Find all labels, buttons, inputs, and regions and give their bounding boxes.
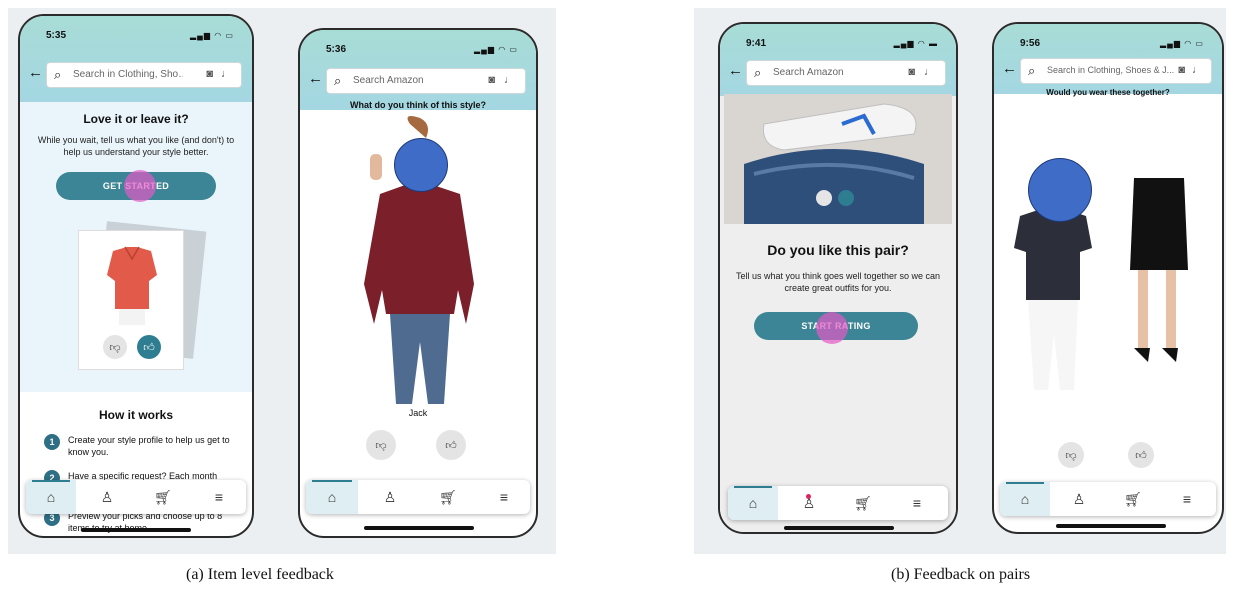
cart-icon[interactable]: 🛒︎ — [422, 480, 474, 514]
home-indicator[interactable] — [81, 528, 191, 532]
profile-icon[interactable]: ♙ — [82, 480, 132, 514]
profile-icon[interactable]: ♙ — [784, 486, 834, 520]
camera-icon[interactable]: ◙ — [1178, 64, 1185, 76]
thumbs-down-icon[interactable]: 👎︎ — [103, 335, 127, 359]
phone-wear-together: 9:56 ▂▄▆ ◠ ▭ ← ⌕ Search in Clothing, Sho… — [992, 22, 1224, 534]
mic-icon[interactable]: ♩ — [1192, 64, 1203, 76]
page-title: Love it or leave it? — [83, 112, 189, 126]
page-title: Do you like this pair? — [767, 242, 909, 258]
thumbs-up-icon[interactable]: 👍︎ — [1128, 442, 1154, 468]
bottom-nav: ⌂ ♙ 🛒︎ ≡ — [306, 480, 530, 514]
cart-icon[interactable]: 🛒︎ — [1108, 482, 1158, 516]
status-time: 5:36 — [326, 44, 347, 55]
menu-icon[interactable]: ≡ — [194, 480, 244, 514]
cart-icon[interactable]: 🛒︎ — [838, 486, 888, 520]
search-row: ← ⌕ Search Amazon ◙ ♩ — [300, 66, 536, 96]
thumbs-up-icon[interactable]: 👍︎ — [137, 335, 161, 359]
search-placeholder: Search in Clothing, Sho… — [73, 69, 183, 80]
camera-icon[interactable]: ◙ — [908, 66, 915, 78]
search-input[interactable]: ⌕ Search in Clothing, Shoes & J... ◙ ♩ — [1020, 58, 1212, 84]
home-icon[interactable]: ⌂ — [1000, 482, 1050, 516]
brand-name: Jack — [408, 408, 428, 418]
search-row: ← ⌕ Search in Clothing, Sho… ◙ ♩ — [20, 60, 252, 90]
thumbs-down-icon[interactable]: 👎︎ — [1058, 442, 1084, 468]
face-blur-circle — [1028, 158, 1092, 222]
style-question: What do you think of this style? — [350, 100, 486, 110]
status-time: 5:35 — [46, 30, 67, 41]
caption-a: (a) Item level feedback — [186, 566, 334, 583]
search-row: ← ⌕ Search in Clothing, Shoes & J... ◙ ♩ — [994, 56, 1222, 86]
thumbs-down-icon[interactable]: 👎︎ — [366, 430, 396, 460]
search-icon: ⌕ — [54, 67, 62, 82]
back-arrow-icon[interactable]: ← — [1002, 60, 1017, 77]
search-placeholder: Search Amazon — [773, 67, 844, 78]
thumbs-up-icon[interactable]: 👍︎ — [436, 430, 466, 460]
search-placeholder: Search Amazon — [353, 75, 424, 86]
search-placeholder: Search in Clothing, Shoes & J... — [1047, 65, 1175, 75]
search-icon: ⌕ — [754, 65, 762, 80]
camera-icon[interactable]: ◙ — [206, 68, 213, 80]
menu-icon[interactable]: ≡ — [478, 480, 530, 514]
back-arrow-icon[interactable]: ← — [28, 64, 43, 81]
home-icon[interactable]: ⌂ — [306, 480, 358, 514]
bottom-nav: ⌂ ♙ 🛒︎ ≡ — [1000, 482, 1216, 516]
mic-icon[interactable]: ♩ — [504, 74, 515, 86]
search-icon: ⌕ — [1028, 63, 1036, 78]
status-icons: ▂▄▆ ◠ ▭ — [1160, 39, 1204, 48]
search-input[interactable]: ⌕ Search Amazon ◙ ♩ — [746, 60, 946, 86]
home-indicator[interactable] — [364, 526, 474, 530]
mic-icon[interactable]: ♩ — [221, 68, 232, 80]
face-blur-circle — [394, 138, 448, 192]
tap-indicator — [816, 312, 848, 344]
panel-pair-feedback: 9:41 ▂▄▆ ◠ ▬ ← ⌕ Search Amazon ◙ ♩ Do yo… — [694, 8, 1226, 554]
step-number: 1 — [44, 434, 60, 450]
status-icons: ▂▄▆ ◠ ▭ — [190, 31, 234, 40]
search-input[interactable]: ⌕ Search Amazon ◙ ♩ — [326, 68, 526, 94]
intro-text: While you wait, tell us what you like (a… — [37, 135, 235, 157]
back-arrow-icon[interactable]: ← — [308, 70, 323, 87]
bottom-nav: ⌂ ♙ 🛒︎ ≡ — [728, 486, 948, 520]
phone-do-you-like-this-pair: 9:41 ▂▄▆ ◠ ▬ ← ⌕ Search Amazon ◙ ♩ Do yo… — [718, 22, 958, 534]
search-row: ← ⌕ Search Amazon ◙ ♩ — [720, 58, 956, 88]
status-time: 9:56 — [1020, 38, 1041, 49]
status-bar: 5:36 ▂▄▆ ◠ ▭ — [300, 30, 536, 68]
pair-question: Would you wear these together? — [1046, 88, 1170, 97]
status-icons: ▂▄▆ ◠ ▬ — [893, 39, 938, 48]
home-icon[interactable]: ⌂ — [728, 486, 778, 520]
step-text: Create your style profile to help us get… — [68, 435, 230, 457]
menu-icon[interactable]: ≡ — [1162, 482, 1212, 516]
search-input[interactable]: ⌕ Search in Clothing, Sho… ◙ ♩ — [46, 62, 242, 88]
tap-indicator — [124, 170, 156, 202]
jeans-and-sneakers-image — [724, 94, 952, 224]
status-bar: 5:35 ▂▄▆ ◠ ▭ — [20, 16, 252, 54]
mic-icon[interactable]: ♩ — [924, 66, 935, 78]
black-pencil-skirt-image — [1130, 178, 1188, 362]
camera-icon[interactable]: ◙ — [488, 74, 495, 86]
how-it-works-title: How it works — [98, 408, 173, 422]
profile-icon[interactable]: ♙ — [364, 480, 416, 514]
menu-icon[interactable]: ≡ — [892, 486, 942, 520]
bottom-nav: ⌂ ♙ 🛒︎ ≡ — [26, 480, 246, 514]
profile-icon[interactable]: ♙ — [1054, 482, 1104, 516]
notification-dot — [806, 494, 811, 499]
status-bar: 9:41 ▂▄▆ ◠ ▬ — [720, 24, 956, 62]
intro-text: Tell us what you think goes well togethe… — [735, 271, 941, 293]
caption-b: (b) Feedback on pairs — [891, 566, 1031, 583]
back-arrow-icon[interactable]: ← — [728, 62, 743, 79]
status-time: 9:41 — [746, 38, 767, 49]
search-icon: ⌕ — [334, 73, 342, 88]
product-card: 👎︎ 👍︎ — [78, 230, 184, 370]
cart-icon[interactable]: 🛒︎ — [138, 480, 188, 514]
red-blouse-image — [107, 246, 157, 325]
home-indicator[interactable] — [1056, 524, 1166, 528]
phone-style-rating: 5:36 ▂▄▆ ◠ ▭ ← ⌕ Search Amazon ◙ ♩ What … — [298, 28, 538, 538]
panel-item-feedback: 5:35 ▂▄▆ ◠ ▭ ← ⌕ Search in Clothing, Sho… — [8, 8, 556, 554]
phone-love-it-or-leave-it: 5:35 ▂▄▆ ◠ ▭ ← ⌕ Search in Clothing, Sho… — [18, 14, 254, 538]
home-icon[interactable]: ⌂ — [26, 480, 76, 514]
status-icons: ▂▄▆ ◠ ▭ — [474, 45, 518, 54]
home-indicator[interactable] — [784, 526, 894, 530]
